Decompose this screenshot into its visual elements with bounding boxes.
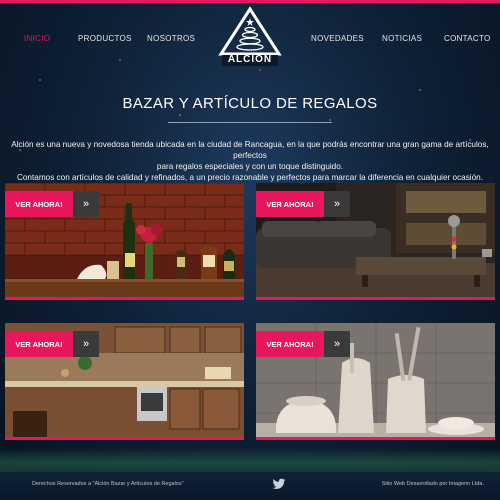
- ver-ahora-button-2[interactable]: VER AHORA! »: [256, 191, 350, 217]
- page-title: BAZAR Y ARTÍCULO DE REGALOS: [122, 95, 378, 112]
- ver-ahora-label: VER AHORA!: [256, 331, 324, 357]
- card-accent-bar: [5, 297, 244, 300]
- double-chevron-right-icon: »: [73, 331, 99, 357]
- nav-noticias[interactable]: NOTICIAS: [382, 34, 422, 43]
- twitter-icon[interactable]: [272, 477, 286, 491]
- footer-horizon-glow: [0, 448, 500, 472]
- logo-text: ALCION: [227, 54, 273, 65]
- ver-ahora-button-4[interactable]: VER AHORA! »: [256, 331, 350, 357]
- product-card-bazar[interactable]: VER AHORA! »: [5, 183, 244, 300]
- nav-novedades[interactable]: NOVEDADES: [311, 34, 364, 43]
- footer-copyright: Derechos Reservados a "Alción Bazar y Ar…: [32, 481, 184, 487]
- top-accent-bar: [0, 0, 500, 3]
- intro-text: Alción es una nueva y novedosa tienda ub…: [0, 139, 500, 183]
- card-accent-bar: [5, 437, 244, 440]
- nav-inicio[interactable]: INICIO: [24, 34, 50, 43]
- intro-line-2: para regalos especiales y con un toque d…: [156, 162, 344, 171]
- product-card-bano[interactable]: VER AHORA! »: [256, 323, 495, 440]
- nav-nosotros[interactable]: NOSOTROS: [147, 34, 195, 43]
- footer: Derechos Reservados a "Alción Bazar y Ar…: [0, 448, 500, 500]
- ver-ahora-label: VER AHORA!: [5, 191, 73, 217]
- nav-productos[interactable]: PRODUCTOS: [78, 34, 132, 43]
- nav-contacto[interactable]: CONTACTO: [444, 34, 491, 43]
- title-divider: [168, 122, 332, 123]
- double-chevron-right-icon: »: [73, 191, 99, 217]
- ver-ahora-label: VER AHORA!: [256, 191, 324, 217]
- alcion-logo[interactable]: ALCION: [216, 6, 284, 68]
- card-accent-bar: [256, 437, 495, 440]
- product-card-living[interactable]: VER AHORA! »: [256, 183, 495, 300]
- intro-line-1: Alción es una nueva y novedosa tienda ub…: [11, 140, 489, 160]
- ver-ahora-button-1[interactable]: VER AHORA! »: [5, 191, 99, 217]
- ver-ahora-label: VER AHORA!: [5, 331, 73, 357]
- ver-ahora-button-3[interactable]: VER AHORA! »: [5, 331, 99, 357]
- card-accent-bar: [256, 297, 495, 300]
- intro-line-3: Contamos con artículos de calidad y refi…: [16, 173, 484, 182]
- product-card-cocina[interactable]: VER AHORA! »: [5, 323, 244, 440]
- double-chevron-right-icon: »: [324, 331, 350, 357]
- footer-developer-credit: Sitio Web Desarrollado por Imagenn Ltda.: [381, 481, 484, 487]
- double-chevron-right-icon: »: [324, 191, 350, 217]
